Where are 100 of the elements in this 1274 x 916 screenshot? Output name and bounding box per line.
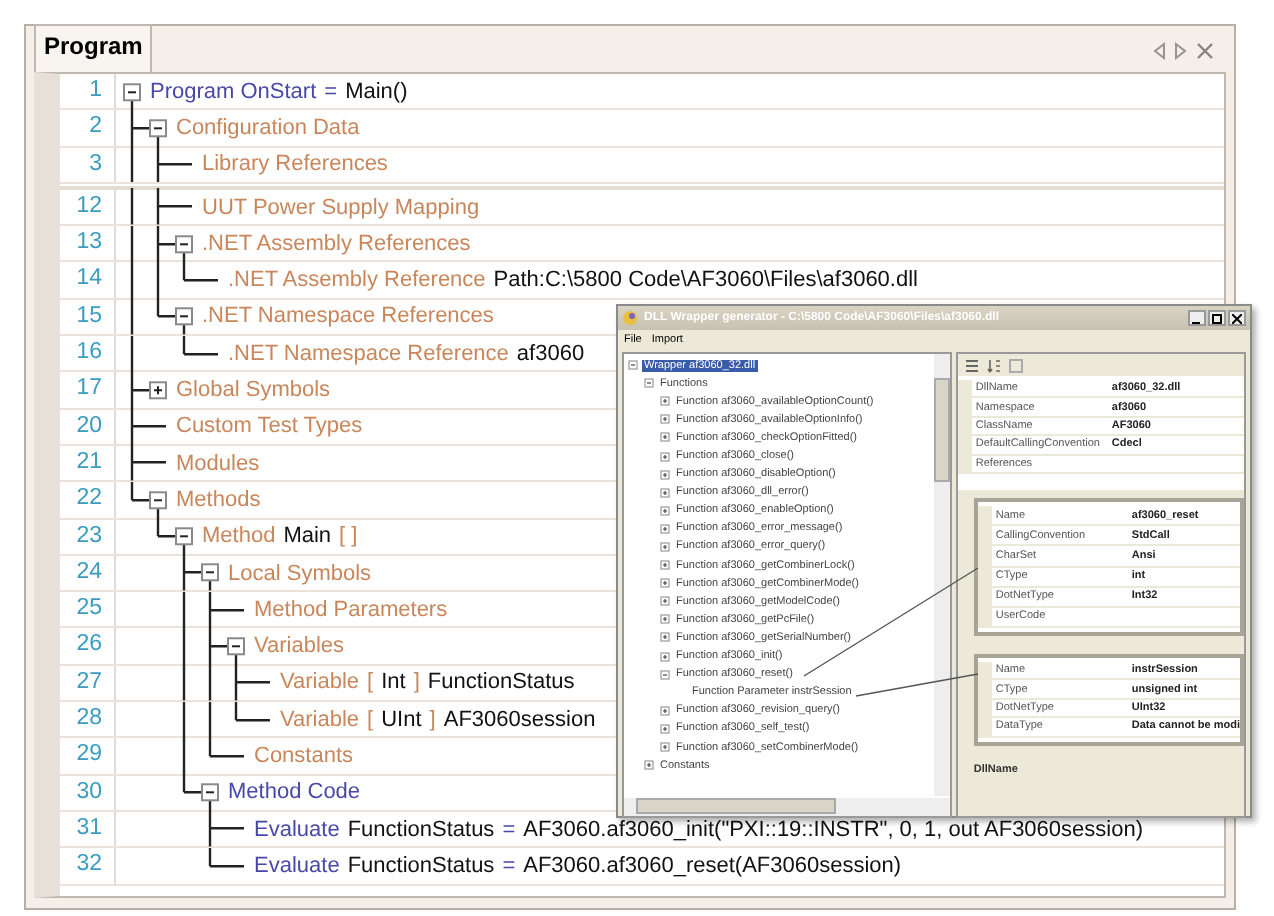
- code-text: Int: [381, 670, 406, 695]
- expand-toggle[interactable]: [660, 414, 670, 425]
- keyword: Configuration Data: [176, 115, 360, 140]
- keyword: .NET Assembly Reference: [228, 268, 486, 293]
- expand-toggle[interactable]: [660, 523, 670, 534]
- expand-toggle[interactable]: [660, 560, 670, 571]
- collapse-toggle[interactable]: [660, 669, 670, 680]
- keyword: [ ]: [339, 524, 358, 549]
- minimize-button[interactable]: [1188, 310, 1206, 326]
- expand-toggle[interactable]: [660, 451, 670, 462]
- expand-toggle[interactable]: [660, 432, 670, 443]
- expand-toggle[interactable]: [660, 541, 670, 552]
- line-number: 3: [60, 147, 116, 182]
- scroll-left-icon[interactable]: [1152, 42, 1166, 60]
- tree-connector: [130, 481, 160, 519]
- code-text: FunctionStatus: [347, 853, 495, 878]
- line-number: 20: [60, 409, 116, 444]
- collapse-toggle[interactable]: [175, 234, 193, 253]
- keyword: .NET Namespace References: [202, 304, 494, 329]
- scroll-right-icon[interactable]: [1174, 42, 1188, 60]
- expand-toggle[interactable]: [660, 469, 670, 480]
- expand-toggle[interactable]: [660, 742, 670, 753]
- tree-connector: [156, 518, 186, 555]
- tree-connector: [130, 444, 168, 482]
- keyword: Library References: [202, 152, 388, 177]
- collapse-toggle[interactable]: [149, 490, 167, 509]
- collapse-toggle[interactable]: [201, 564, 219, 582]
- keyword: Method: [202, 524, 276, 549]
- expand-toggle[interactable]: [660, 632, 670, 643]
- statement-keyword: Evaluate: [254, 853, 340, 878]
- tree-connector: [182, 701, 272, 738]
- sort-icon[interactable]: [985, 357, 1002, 373]
- keyword: UUT Power Supply Mapping: [202, 195, 480, 220]
- collapse-toggle[interactable]: [227, 637, 245, 656]
- close-button[interactable]: [1228, 310, 1246, 326]
- collapse-toggle[interactable]: [149, 118, 167, 137]
- code-text: FunctionStatus: [347, 817, 495, 842]
- keyword: Method Parameters: [254, 597, 448, 622]
- keyword: Variables: [254, 634, 345, 659]
- maximize-icon: [1212, 313, 1222, 323]
- keyword: Modules: [176, 451, 260, 476]
- categorized-icon[interactable]: [963, 357, 980, 373]
- expand-toggle[interactable]: [660, 487, 670, 498]
- expand-toggle[interactable]: [660, 705, 670, 716]
- code-text: af3060: [516, 341, 585, 366]
- code-text: Main(): [345, 79, 408, 104]
- line-number: 21: [60, 445, 116, 481]
- program-tab[interactable]: Program: [34, 24, 153, 72]
- tree-connector: [130, 188, 194, 226]
- line-number: 29: [60, 738, 116, 774]
- keyword: .NET Assembly References: [202, 231, 471, 256]
- line-number: 31: [60, 811, 116, 847]
- keyword: ]: [413, 670, 420, 695]
- collapse-toggle[interactable]: [123, 82, 141, 101]
- keyword: Global Symbols: [176, 378, 331, 403]
- line-number: 14: [60, 262, 116, 298]
- code-text: Path:C:\5800 Code\AF3060\Files\af3060.dll: [493, 268, 918, 293]
- expand-toggle[interactable]: [149, 381, 167, 400]
- expand-toggle[interactable]: [660, 505, 670, 516]
- statement-keyword: =: [502, 817, 516, 842]
- line-number: 22: [60, 482, 116, 518]
- collapse-toggle[interactable]: [175, 527, 193, 546]
- line-number: 13: [60, 226, 116, 261]
- keyword: [: [367, 670, 374, 695]
- expand-toggle[interactable]: [660, 723, 670, 734]
- keyword: Variable: [280, 707, 360, 732]
- expand-toggle[interactable]: [660, 651, 670, 662]
- collapse-toggle[interactable]: [175, 307, 193, 326]
- line-number: 32: [60, 848, 116, 884]
- keyword: .NET Namespace Reference: [228, 341, 509, 366]
- collapse-toggle[interactable]: [201, 783, 219, 802]
- maximize-button[interactable]: [1208, 310, 1226, 326]
- keyword: [: [367, 707, 374, 732]
- expand-toggle[interactable]: [660, 396, 670, 407]
- expand-toggle[interactable]: [660, 614, 670, 625]
- code-text: AF3060.af3060_init("PXI::19::INSTR", 0, 1, out AF3060session): [523, 817, 1143, 842]
- close-icon: [1232, 313, 1242, 323]
- statement-keyword: =: [324, 79, 338, 104]
- code-text: Main: [283, 524, 332, 549]
- expand-toggle[interactable]: [660, 596, 670, 607]
- keyword: Constants: [254, 743, 354, 768]
- line-number: 30: [60, 775, 116, 810]
- keyword: Variable: [280, 670, 360, 695]
- keyword: Local Symbols: [228, 561, 372, 585]
- expand-toggle[interactable]: [660, 578, 670, 589]
- line-number: 27: [60, 665, 116, 701]
- code-text: AF3060.af3060_reset(AF3060session): [523, 853, 902, 878]
- horizontal-scrollbar[interactable]: [624, 798, 950, 816]
- statement-keyword: Program OnStart: [150, 79, 317, 104]
- statement-keyword: Method Code: [228, 780, 361, 805]
- expand-toggle[interactable]: [644, 760, 654, 771]
- keyword: ]: [429, 707, 436, 732]
- keyword: Methods: [176, 487, 261, 512]
- close-icon[interactable]: [1196, 42, 1214, 60]
- app-icon: [622, 310, 638, 326]
- keyword: Custom Test Types: [176, 414, 363, 439]
- line-number: 17: [60, 372, 116, 408]
- vertical-scrollbar[interactable]: [933, 354, 950, 796]
- collapse-toggle[interactable]: [644, 378, 654, 389]
- collapse-toggle[interactable]: [628, 360, 638, 371]
